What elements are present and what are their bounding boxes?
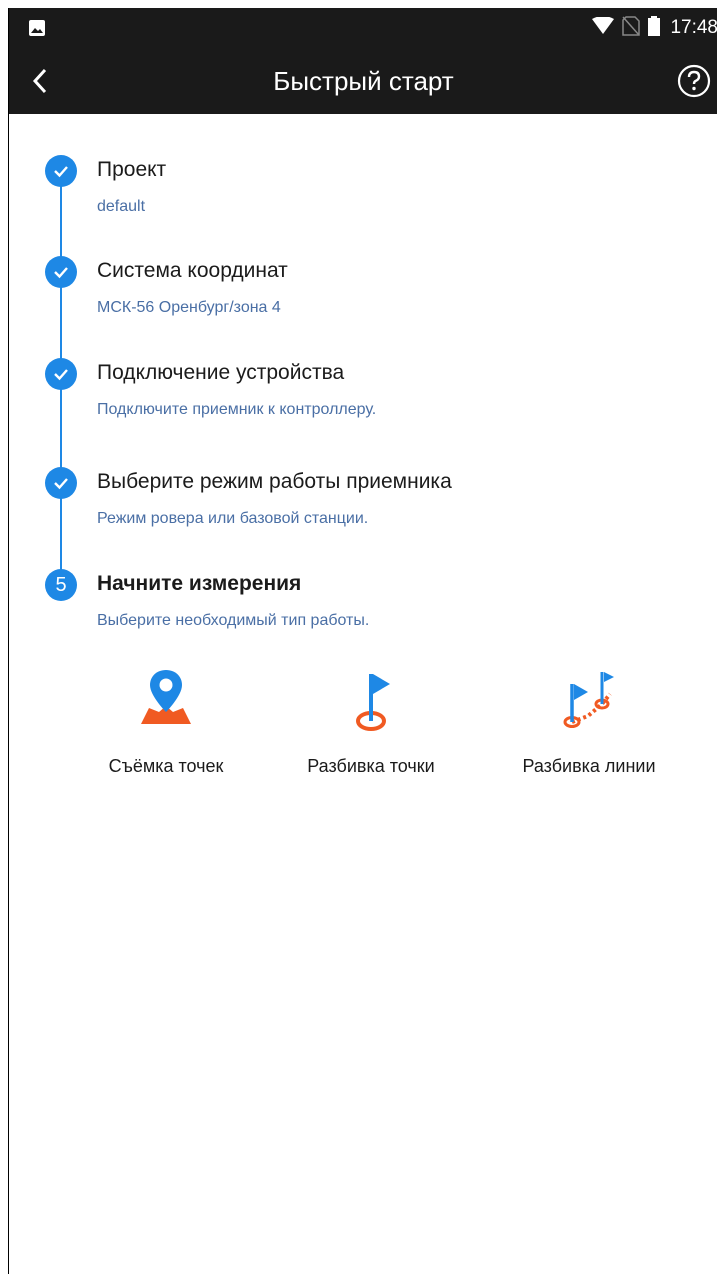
step-number: 5 [55, 573, 67, 596]
status-time: 17:48 [670, 17, 717, 38]
step-number-badge: 5 [45, 569, 77, 601]
line-stakeout-icon [554, 666, 624, 736]
step-subtitle: Режим ровера или базовой станции. [97, 510, 369, 527]
point-survey-button[interactable]: Съёмка точек [66, 666, 266, 786]
step-title: Подключение устройства [97, 361, 345, 384]
check-icon [45, 467, 77, 499]
no-sim-icon [622, 15, 641, 41]
work-type-actions: Съёмка точек Разбивка точки Разбивка лин… [9, 666, 717, 796]
step-title: Выберите режим работы приемника [97, 470, 452, 493]
step-title: Система координат [97, 259, 288, 282]
step-subtitle: Выберите необходимый тип работы. [97, 612, 370, 629]
point-stakeout-button[interactable]: Разбивка точки [271, 666, 471, 786]
help-circle-icon[interactable] [676, 63, 712, 99]
action-label: Разбивка точки [307, 756, 435, 776]
step-title: Начните измерения [97, 572, 302, 595]
status-icons: 17:48 [592, 15, 717, 41]
step-subtitle: Подключите приемник к контроллеру. [97, 401, 377, 418]
check-icon [45, 256, 77, 288]
step-subtitle: МСК-56 Оренбург/зона 4 [97, 299, 281, 316]
step-subtitle: default [97, 198, 146, 215]
quick-start-screen: 17:48 Быстрый старт Проект default Систе… [8, 8, 717, 1274]
image-notification-icon [29, 20, 45, 41]
step-title: Проект [97, 158, 167, 181]
battery-icon [648, 15, 661, 41]
wifi-icon [592, 15, 615, 40]
app-bar: Быстрый старт [9, 48, 717, 114]
action-label: Съёмка точек [108, 756, 224, 776]
check-icon [45, 358, 77, 390]
action-label: Разбивка линии [522, 756, 656, 776]
point-stakeout-icon [336, 666, 406, 736]
line-stakeout-button[interactable]: Разбивка линии [489, 666, 689, 786]
point-survey-icon [131, 666, 201, 736]
status-bar: 17:48 [9, 8, 717, 48]
check-icon [45, 155, 77, 187]
page-title: Быстрый старт [273, 66, 454, 96]
